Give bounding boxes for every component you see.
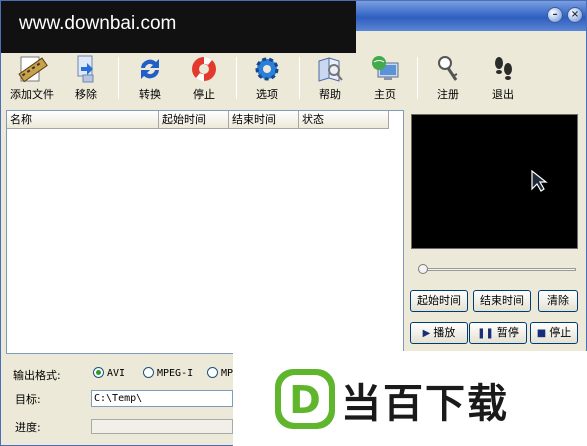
- clear-button[interactable]: 清除: [538, 290, 578, 312]
- app-window: www.downbai.com – × 添加文件 移除 转换 停止 选项 帮助 …: [0, 0, 587, 446]
- exit-button[interactable]: 退出: [476, 53, 530, 103]
- exit-label: 退出: [492, 88, 514, 101]
- film-add-icon: [18, 56, 48, 83]
- column-status[interactable]: 状态: [299, 111, 389, 129]
- convert-button[interactable]: 转换: [123, 53, 177, 103]
- minimize-icon[interactable]: –: [547, 7, 563, 23]
- brand-text: 当百下载: [341, 381, 509, 427]
- format-radio-other[interactable]: MP: [207, 367, 233, 379]
- conversion-progress-bar: [91, 419, 233, 434]
- stop-square-icon: ■: [536, 328, 547, 339]
- stop-button[interactable]: 停止: [177, 53, 231, 103]
- convert-arrows-icon: [141, 59, 159, 79]
- toolbar-separator: [299, 57, 300, 99]
- remove-doc-icon: [77, 55, 94, 83]
- seek-slider-handle[interactable]: [418, 264, 428, 274]
- column-name[interactable]: 名称: [7, 111, 159, 129]
- output-format-label: 输出格式:: [13, 369, 61, 382]
- radio-indicator: [143, 367, 154, 378]
- gear-icon: [255, 57, 279, 81]
- pause-button[interactable]: ❚❚ 暂停: [469, 322, 527, 344]
- add-file-label: 添加文件: [10, 88, 54, 101]
- player-stop-label: 停止: [549, 326, 572, 339]
- seek-slider[interactable]: [421, 268, 576, 271]
- pause-icon: ❚❚: [477, 328, 494, 339]
- brand-logo-icon: D: [275, 369, 335, 429]
- options-button[interactable]: 选项: [240, 53, 294, 103]
- options-label: 选项: [256, 88, 278, 101]
- help-button[interactable]: 帮助: [303, 53, 357, 103]
- column-start-time[interactable]: 起始时间: [159, 111, 229, 129]
- register-label: 注册: [437, 88, 459, 101]
- home-button[interactable]: 主页: [358, 53, 412, 103]
- file-list-header: 名称 起始时间 结束时间 状态: [7, 111, 389, 130]
- set-end-time-button[interactable]: 结束时间: [473, 290, 531, 312]
- set-start-time-button[interactable]: 起始时间: [410, 290, 468, 312]
- help-book-icon: [318, 57, 343, 82]
- play-label: 播放: [433, 326, 456, 339]
- remove-label: 移除: [75, 88, 97, 101]
- home-label: 主页: [374, 88, 396, 101]
- format-radio-mpeg1[interactable]: MPEG-I: [143, 367, 193, 379]
- add-file-button[interactable]: 添加文件: [5, 53, 59, 103]
- close-icon[interactable]: ×: [567, 7, 583, 23]
- column-end-time[interactable]: 结束时间: [229, 111, 299, 129]
- register-button[interactable]: 注册: [421, 53, 475, 103]
- key-icon: [438, 56, 458, 81]
- target-label: 目标:: [15, 393, 41, 406]
- toolbar-separator: [236, 57, 237, 99]
- format-radio-avi[interactable]: AVI: [93, 367, 125, 379]
- play-button[interactable]: ▶ 播放: [410, 322, 468, 344]
- toolbar-separator: [417, 57, 418, 99]
- remove-button[interactable]: 移除: [59, 53, 113, 103]
- stop-label: 停止: [193, 88, 215, 101]
- convert-label: 转换: [139, 88, 161, 101]
- file-list[interactable]: 名称 起始时间 结束时间 状态: [6, 110, 404, 354]
- progress-label: 进度:: [15, 421, 41, 434]
- footprints-icon: [495, 57, 512, 80]
- lifebuoy-icon: [192, 56, 216, 82]
- player-stop-button[interactable]: ■ 停止: [530, 322, 578, 344]
- target-path-input[interactable]: C:\Temp\: [91, 390, 233, 407]
- help-label: 帮助: [319, 88, 341, 101]
- brand-logo-letter: D: [289, 378, 321, 422]
- cursor-icon: [531, 169, 548, 192]
- watermark-banner: www.downbai.com: [1, 1, 356, 53]
- pause-label: 暂停: [496, 326, 519, 339]
- toolbar-separator: [118, 57, 119, 99]
- toolbar: 添加文件 移除 转换 停止 选项 帮助 主页 注册 退出: [1, 53, 586, 105]
- radio-indicator: [93, 367, 104, 378]
- video-preview: [411, 114, 578, 249]
- watermark-text: www.downbai.com: [19, 13, 177, 34]
- radio-indicator: [207, 367, 218, 378]
- play-icon: ▶: [422, 328, 431, 339]
- home-globe-icon: [372, 56, 399, 80]
